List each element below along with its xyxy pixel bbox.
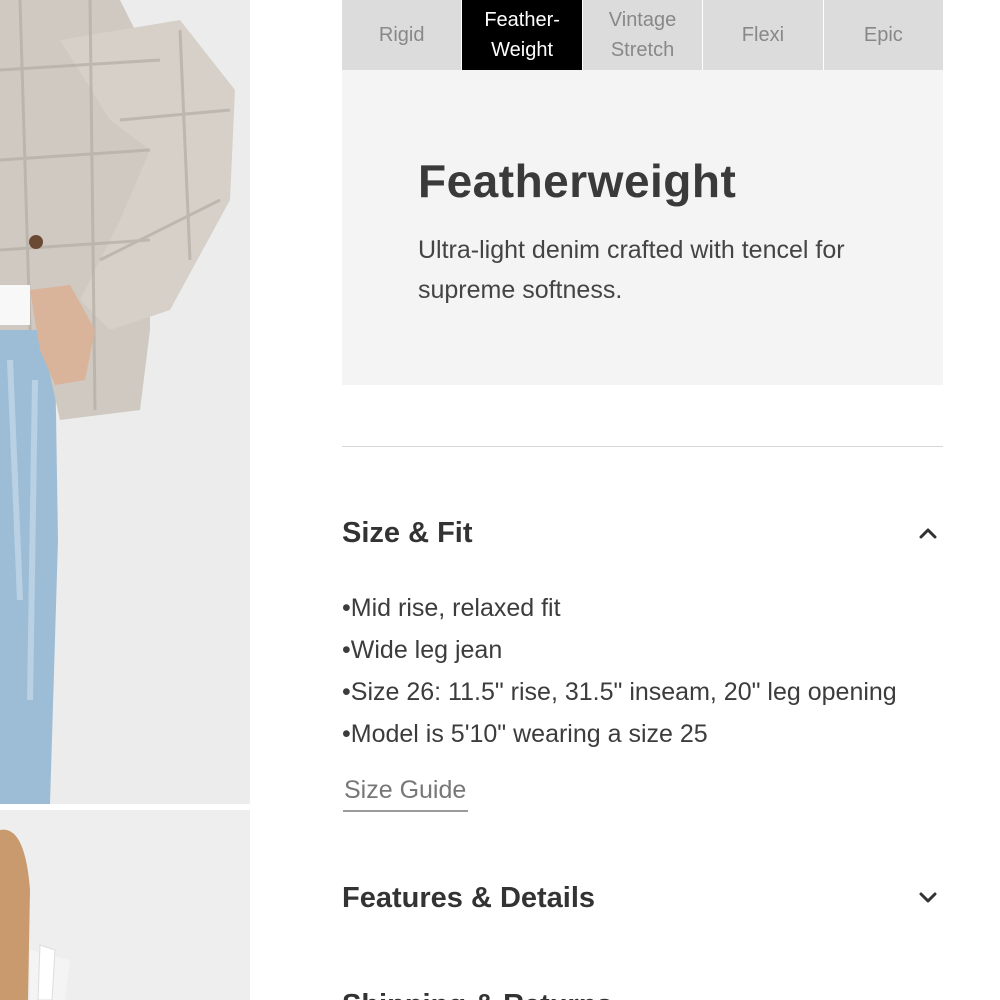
list-item: Model is 5'10" wearing a size 25 [342, 713, 982, 755]
size-guide-link[interactable]: Size Guide [343, 774, 469, 812]
shipping-title: Shipping & Returns [342, 989, 613, 1000]
tab-flexi[interactable]: Flexi [703, 0, 824, 70]
tab-label: Rigid [378, 24, 425, 46]
features-accordion-header[interactable]: Features & Details [342, 878, 943, 918]
section-divider [342, 446, 943, 447]
model-portrait-image [0, 810, 250, 1000]
tab-label: Flexi [741, 24, 785, 46]
product-photo-secondary[interactable] [0, 810, 250, 1000]
chevron-up-icon[interactable] [915, 520, 941, 546]
denim-type-description: Ultra-light denim crafted with tencel fo… [418, 236, 845, 304]
tab-label: Vintage Stretch [608, 9, 677, 61]
list-item: Mid rise, relaxed fit [342, 587, 982, 629]
tab-rigid[interactable]: Rigid [342, 0, 463, 70]
chevron-down-icon[interactable] [915, 885, 941, 911]
tab-vintage-stretch[interactable]: Vintage Stretch [582, 0, 704, 70]
size-fit-accordion-header[interactable]: Size & Fit [342, 513, 943, 553]
size-fit-title: Size & Fit [342, 516, 473, 549]
denim-description-card: Featherweight Ultra-light denim crafted … [342, 70, 943, 385]
list-item: Wide leg jean [342, 629, 982, 671]
denim-type-tabs: Rigid Feather- Weight Vintage Stretch Fl… [342, 0, 944, 70]
size-fit-list: Mid rise, relaxed fit Wide leg jean Size… [342, 587, 982, 755]
tab-label: Epic [863, 24, 903, 46]
tab-epic[interactable]: Epic [823, 0, 944, 70]
tab-label: Feather- Weight [484, 9, 560, 61]
model-wearing-jeans-image [0, 0, 250, 804]
shipping-accordion-header[interactable]: Shipping & Returns [342, 985, 943, 1000]
tab-featherweight[interactable]: Feather- Weight [462, 0, 583, 70]
list-item: Size 26: 11.5" rise, 31.5" inseam, 20" l… [342, 671, 982, 713]
product-photo-main[interactable] [0, 0, 250, 804]
denim-type-title: Featherweight [418, 155, 737, 207]
product-detail-page: Rigid Feather- Weight Vintage Stretch Fl… [0, 0, 1000, 1000]
features-title: Features & Details [342, 881, 596, 914]
